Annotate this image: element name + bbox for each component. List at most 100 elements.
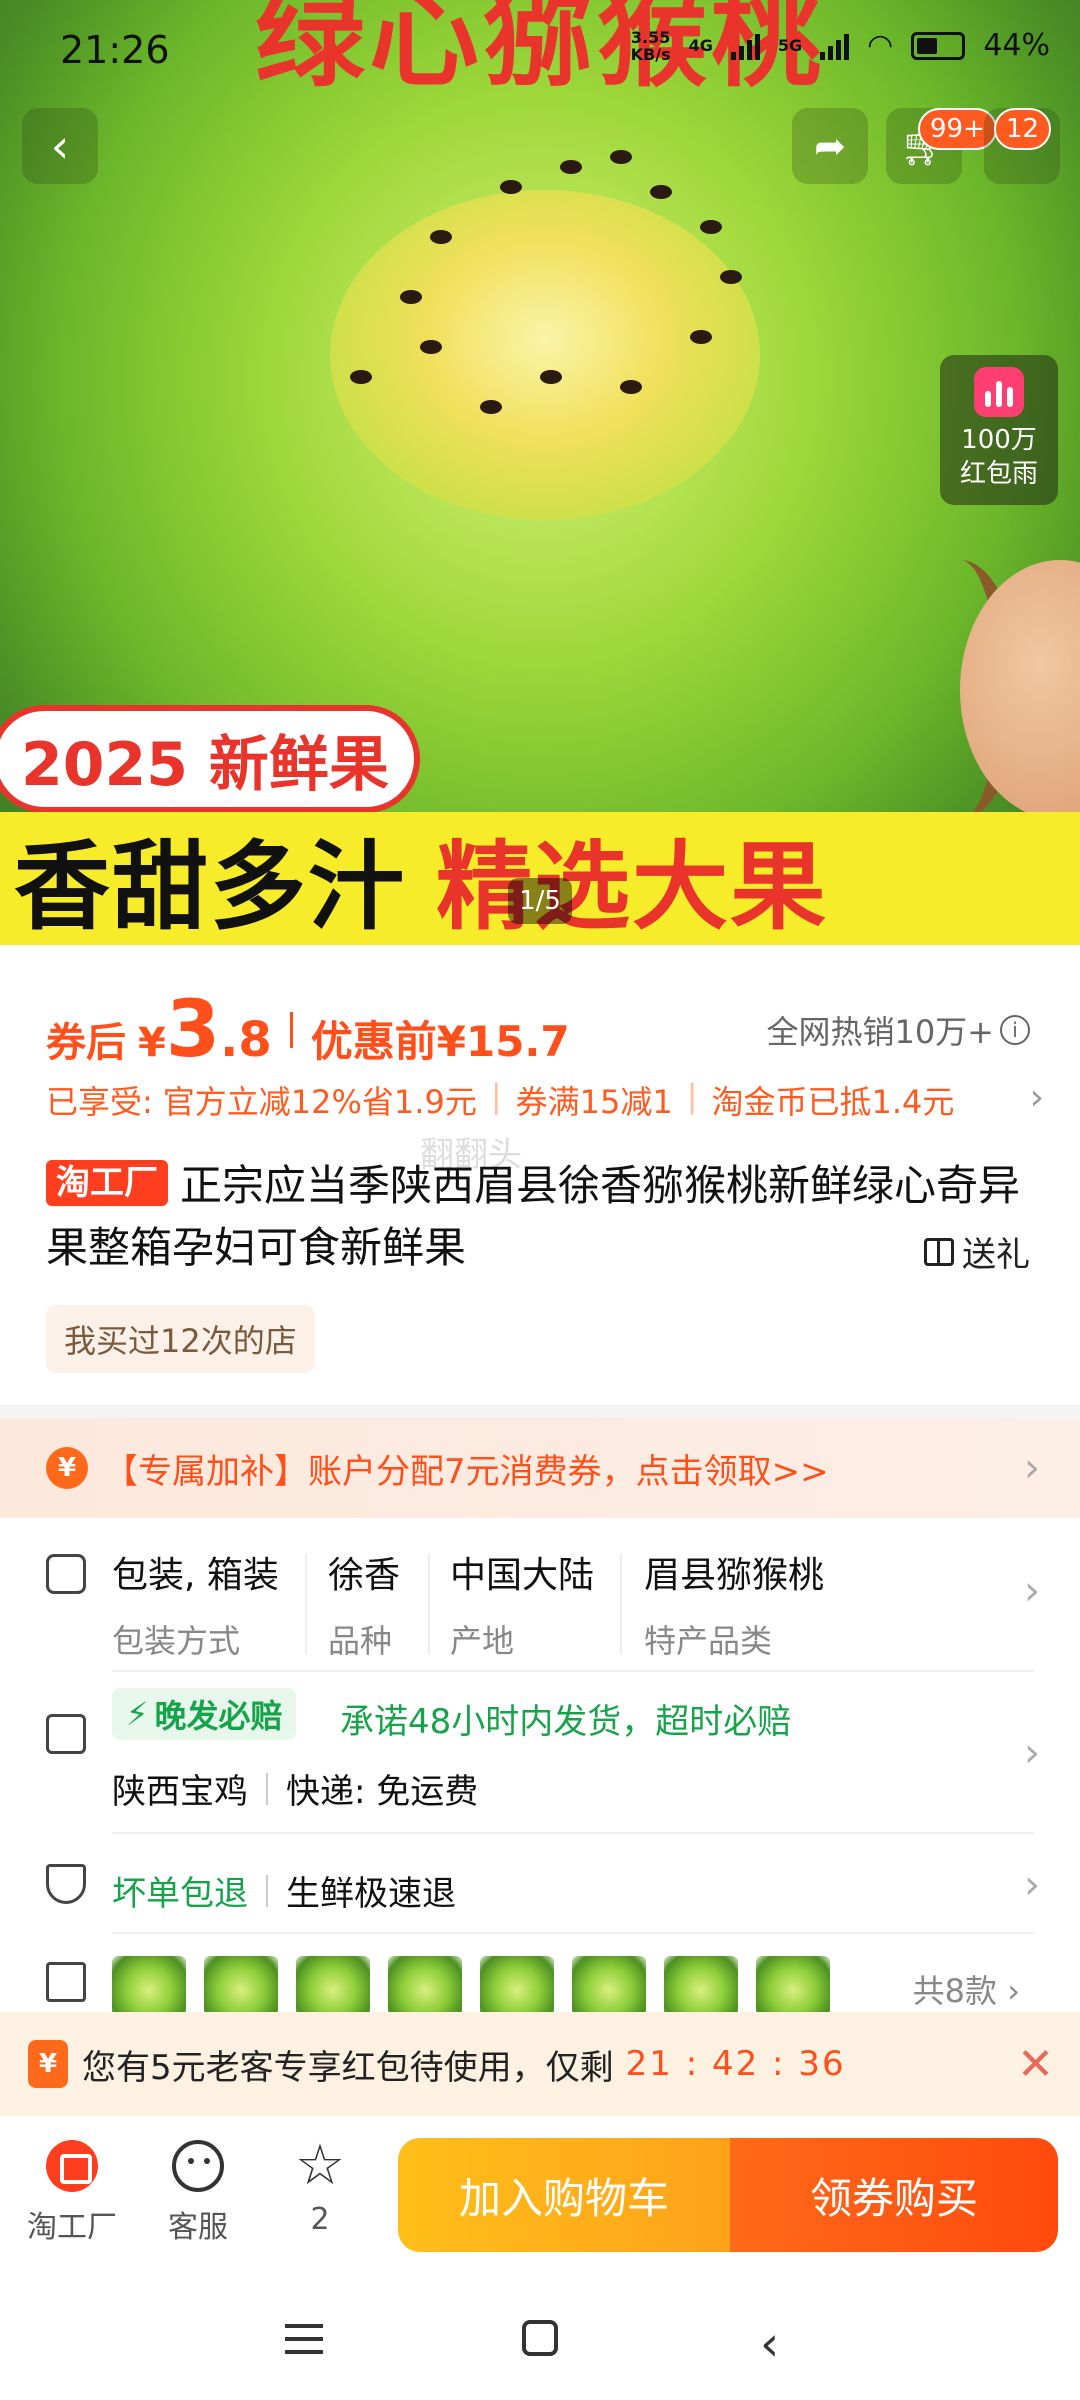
variant-thumbnail[interactable]: [480, 1956, 554, 2018]
chevron-left-icon: ‹: [50, 119, 70, 173]
slogan-big-fruit: 精选大果: [436, 831, 828, 943]
variant-thumbnail[interactable]: [204, 1956, 278, 2018]
kiwi-image-core: [330, 190, 760, 520]
promo-prefix: 已享受:: [46, 1083, 153, 1121]
carousel-pager: 1/5: [508, 878, 572, 924]
clipboard-icon: [46, 1554, 86, 1594]
price-currency: ¥: [138, 1020, 166, 1066]
message-count-badge: 12: [994, 108, 1052, 150]
menu-icon[interactable]: [285, 2324, 323, 2354]
price-divider: [289, 1012, 293, 1048]
promo-item: 券满15减1: [515, 1083, 673, 1121]
promo-divider: |: [490, 1077, 502, 1115]
variant-thumbnail[interactable]: [572, 1956, 646, 2018]
close-icon[interactable]: ✕: [1017, 2039, 1054, 2090]
kiwi-seed: [400, 290, 422, 304]
attr-packaging: 包装, 箱装 包装方式: [112, 1555, 279, 1660]
hot-sales[interactable]: 全网热销10万+ i: [766, 1007, 1030, 1053]
variant-thumbnail[interactable]: [112, 1956, 186, 2018]
product-page: 绿心猕猴桃 21:26 3.55 KB/s 4G 5G ◠ 44% ‹ ➦ 🛒︎…: [0, 0, 1080, 2400]
price-decimal: .8: [220, 1012, 272, 1068]
status-bar: 21:26 3.55 KB/s 4G 5G ◠ 44%: [0, 0, 1080, 96]
back-icon[interactable]: ‹: [760, 2316, 779, 2372]
divider: [428, 1554, 430, 1654]
reminder-text: 您有5元老客专享红包待使用，仅剩: [82, 2047, 614, 2088]
chat-face-icon: [172, 2140, 224, 2192]
fresh-fruit-banner: 2025 新鲜果: [0, 705, 420, 813]
kiwi-seed: [690, 330, 712, 344]
signal-icon: [730, 32, 760, 60]
slogan-sweet: 香甜多汁: [14, 831, 406, 943]
chart-bars-icon: [974, 367, 1024, 417]
purchase-history-badge: 我买过12次的店: [46, 1305, 315, 1373]
back-button[interactable]: ‹: [22, 108, 98, 184]
clock: 21:26: [60, 28, 170, 72]
variant-thumbnail[interactable]: [664, 1956, 738, 2018]
promo-item: 淘金币已抵1.4元: [711, 1083, 955, 1121]
add-to-cart-button[interactable]: 加入购物车: [398, 2138, 730, 2252]
bottom-action-bar: 淘工厂 客服 ☆ 2 加入购物车 领券购买: [0, 2116, 1080, 2286]
variant-thumbnail[interactable]: [388, 1956, 462, 2018]
product-title: 淘工厂 正宗应当季陕西眉县徐香猕猴桃新鲜绿心奇异果整箱孕妇可食新鲜果: [46, 1160, 1021, 1272]
tab-taogongchang[interactable]: 淘工厂: [22, 2140, 122, 2246]
price-row: 券后 ¥ 3 .8 优惠前¥15.7: [46, 985, 570, 1075]
product-details-section: 包装, 箱装 包装方式 徐香 品种 中国大陆 产地 眉县猕猴桃 特产品类 › ›…: [0, 1518, 1080, 2018]
product-image-carousel[interactable]: 绿心猕猴桃 21:26 3.55 KB/s 4G 5G ◠ 44% ‹ ➦ 🛒︎…: [0, 0, 1080, 945]
shipping-info: 陕西宝鸡 快递: 免运费: [112, 1764, 478, 1813]
kiwi-seed: [620, 380, 642, 394]
coupon-text: 【专属加补】账户分配7元消费券，点击领取>>: [104, 1451, 829, 1492]
ship-courier: 快递: 免运费: [286, 1772, 479, 1812]
battery-icon: [911, 31, 966, 60]
attributes-row[interactable]: 包装, 箱装 包装方式 徐香 品种 中国大陆 产地 眉县猕猴桃 特产品类 ›: [0, 1518, 1080, 1670]
chevron-right-icon[interactable]: ›: [1019, 1077, 1044, 1118]
original-price: 优惠前¥15.7: [310, 1017, 570, 1066]
status-icons: 3.55 KB/s 4G 5G ◠ 44%: [631, 28, 1050, 63]
kiwi-seed: [720, 270, 742, 284]
late-compensation-tag: ⚡ 晚发必赔: [112, 1688, 297, 1740]
promo-row[interactable]: 已享受: 官方立减12%省1.9元 | 券满15减1 | 淘金币已抵1.4元: [46, 1077, 1046, 1123]
chevron-right-icon: ›: [1024, 1568, 1040, 1614]
attr-specialty: 眉县猕猴桃 特产品类: [644, 1555, 825, 1660]
battery-percent: 44%: [983, 28, 1050, 63]
rain-amount: 100万: [961, 425, 1037, 455]
divider: [620, 1554, 622, 1654]
gift-button[interactable]: 送礼: [924, 1227, 1030, 1276]
tab-favorite[interactable]: ☆ 2: [272, 2133, 368, 2238]
red-packet-rain-widget[interactable]: 100万 红包雨: [940, 355, 1058, 505]
star-icon: ☆: [294, 2133, 346, 2198]
truck-icon: [46, 1714, 86, 1754]
product-info-card: 券后 ¥ 3 .8 优惠前¥15.7 全网热销10万+ i 已享受: 官方立减1…: [0, 945, 1080, 1405]
kiwi-seed: [700, 220, 722, 234]
network-speed: 3.55 KB/s: [630, 27, 671, 64]
coupon-buy-button[interactable]: 领券购买: [730, 2138, 1058, 2252]
variant-count[interactable]: 共8款 ›: [913, 1966, 1020, 2012]
countdown: 21 : 42 : 36: [625, 2044, 846, 2084]
share-icon: ➦: [814, 124, 846, 168]
home-icon[interactable]: [522, 2320, 558, 2356]
share-button[interactable]: ➦: [792, 108, 868, 184]
lightning-icon: ⚡: [126, 1695, 149, 1733]
red-packet-reminder[interactable]: ¥ 您有5元老客专享红包待使用，仅剩 21 : 42 : 36 ✕: [0, 2012, 1080, 2116]
price-label: 券后: [46, 1020, 126, 1066]
variant-thumbnail[interactable]: [756, 1956, 830, 2018]
ship-origin: 陕西宝鸡: [112, 1772, 248, 1812]
variant-thumbnail[interactable]: [296, 1956, 370, 2018]
attr-origin: 中国大陆 产地: [450, 1555, 595, 1660]
fast-refund: 生鲜极速退: [286, 1874, 456, 1914]
kiwi-seed: [430, 230, 452, 244]
tab-customer-service[interactable]: 客服: [150, 2140, 246, 2246]
kiwi-seed: [480, 400, 502, 414]
rain-label: 红包雨: [959, 459, 1038, 489]
kiwi-seed: [500, 180, 522, 194]
bad-fruit-refund: 坏单包退: [112, 1874, 248, 1914]
kiwi-seed: [650, 185, 672, 199]
wifi-icon: ◠: [867, 28, 894, 63]
kiwi-seed: [350, 370, 372, 384]
shipping-promise: 承诺48小时内发货，超时必赔: [340, 1702, 792, 1742]
attr-variety: 徐香 品种: [328, 1555, 401, 1660]
chevron-right-icon: ›: [1024, 1445, 1040, 1491]
exclusive-coupon-bar[interactable]: ¥ 【专属加补】账户分配7元消费券，点击领取>> ›: [0, 1418, 1080, 1518]
kiwi-seed: [540, 370, 562, 384]
taogongchang-tag: 淘工厂: [46, 1160, 168, 1206]
shield-check-icon: [46, 1864, 86, 1904]
